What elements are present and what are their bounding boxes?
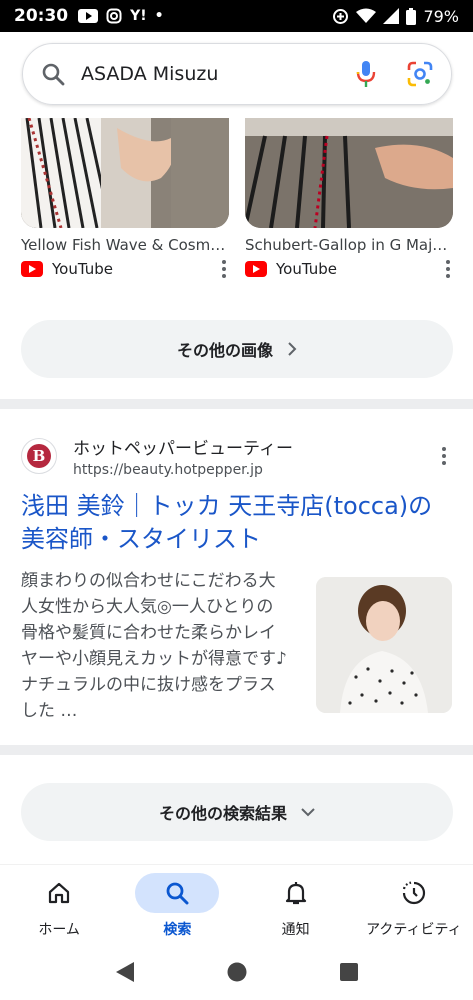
notification-icons: Y! • <box>78 8 164 24</box>
site-favicon-icon: B <box>21 438 57 474</box>
google-lens-icon[interactable] <box>407 61 433 87</box>
stylist-photo[interactable] <box>316 577 452 713</box>
search-query[interactable]: ASADA Misuzu <box>81 63 355 85</box>
more-results-button[interactable]: その他の検索結果 <box>21 783 453 841</box>
activity-icon <box>402 881 425 905</box>
result-snippet: 顔まわりの似合わせにこだわる大人女性から大人気◎一人ひとりの骨格や髪質に合わせた… <box>21 571 287 721</box>
microphone-icon[interactable] <box>355 60 377 88</box>
source-label: YouTube <box>276 260 337 278</box>
search-icon <box>42 63 65 86</box>
back-icon[interactable] <box>115 961 135 983</box>
section-divider <box>0 745 473 755</box>
more-images-button[interactable]: その他の画像 <box>21 320 453 378</box>
piano-image <box>21 118 229 228</box>
system-navigation <box>0 944 473 1000</box>
nav-home[interactable]: ホーム <box>0 865 118 944</box>
search-header: ASADA Misuzu <box>0 32 473 118</box>
wifi-icon <box>356 8 377 23</box>
more-options-icon[interactable] <box>443 260 453 278</box>
bell-icon <box>285 882 306 905</box>
piano-video-thumbnail[interactable] <box>21 118 229 228</box>
more-options-icon[interactable] <box>219 260 229 278</box>
search-box[interactable]: ASADA Misuzu <box>22 43 452 105</box>
recents-icon[interactable] <box>339 962 359 982</box>
signal-icon <box>383 8 400 24</box>
search-icon <box>166 882 189 905</box>
section-divider <box>0 399 473 409</box>
home-button-icon[interactable] <box>227 962 247 982</box>
site-name: ホットペッパービューティー <box>73 439 293 459</box>
dot-notification-icon: • <box>154 8 164 24</box>
status-time: 20:30 <box>14 6 69 26</box>
image-source: YouTube <box>21 260 229 278</box>
battery-icon <box>406 7 417 25</box>
chevron-right-icon <box>288 342 297 356</box>
youtube-icon <box>21 261 43 277</box>
image-result-1[interactable]: Yellow Fish Wave & Cosm… YouTube <box>21 118 229 278</box>
chevron-down-icon <box>301 808 315 817</box>
nav-label: 検索 <box>163 922 192 938</box>
image-result-2[interactable]: Schubert-Gallop in G Majo… YouTube <box>245 118 453 278</box>
more-options-icon[interactable] <box>439 447 449 465</box>
result-title-link[interactable]: 浅田 美鈴｜トッカ 天王寺店(tocca)の美容師・スタイリスト <box>21 490 453 556</box>
nav-notifications[interactable]: 通知 <box>237 865 355 944</box>
result-source[interactable]: B ホットペッパービューティー https://beauty.hotpepper… <box>21 434 453 478</box>
site-url: https://beauty.hotpepper.jp <box>73 462 263 478</box>
stylist-image <box>316 577 452 713</box>
nav-label: 通知 <box>281 922 310 938</box>
piano-image <box>245 118 453 228</box>
image-caption[interactable]: Yellow Fish Wave & Cosm… <box>21 236 229 254</box>
instagram-notification-icon <box>106 8 122 24</box>
youtube-notification-icon <box>78 9 99 23</box>
nav-activity[interactable]: アクティビティ <box>355 865 473 944</box>
battery-percent: 79% <box>423 6 459 26</box>
data-saver-icon <box>333 8 349 24</box>
youtube-icon <box>245 261 267 277</box>
bottom-navigation: ホーム 検索 通知 アクティビティ <box>0 864 473 944</box>
image-caption[interactable]: Schubert-Gallop in G Majo… <box>245 236 453 254</box>
home-icon <box>49 882 70 904</box>
nav-label: ホーム <box>38 922 80 938</box>
nav-search[interactable]: 検索 <box>118 865 236 944</box>
system-icons: 79% <box>332 7 459 26</box>
yahoo-notification-icon: Y! <box>130 8 147 24</box>
favicon-letter: B <box>27 444 51 468</box>
more-results-label: その他の検索結果 <box>158 804 287 823</box>
nav-label: アクティビティ <box>366 922 462 938</box>
image-source: YouTube <box>245 260 453 278</box>
piano-video-thumbnail[interactable] <box>245 118 453 228</box>
source-label: YouTube <box>52 260 113 278</box>
more-images-label: その他の画像 <box>176 341 273 360</box>
status-bar: 20:30 Y! • 79% <box>0 0 473 32</box>
